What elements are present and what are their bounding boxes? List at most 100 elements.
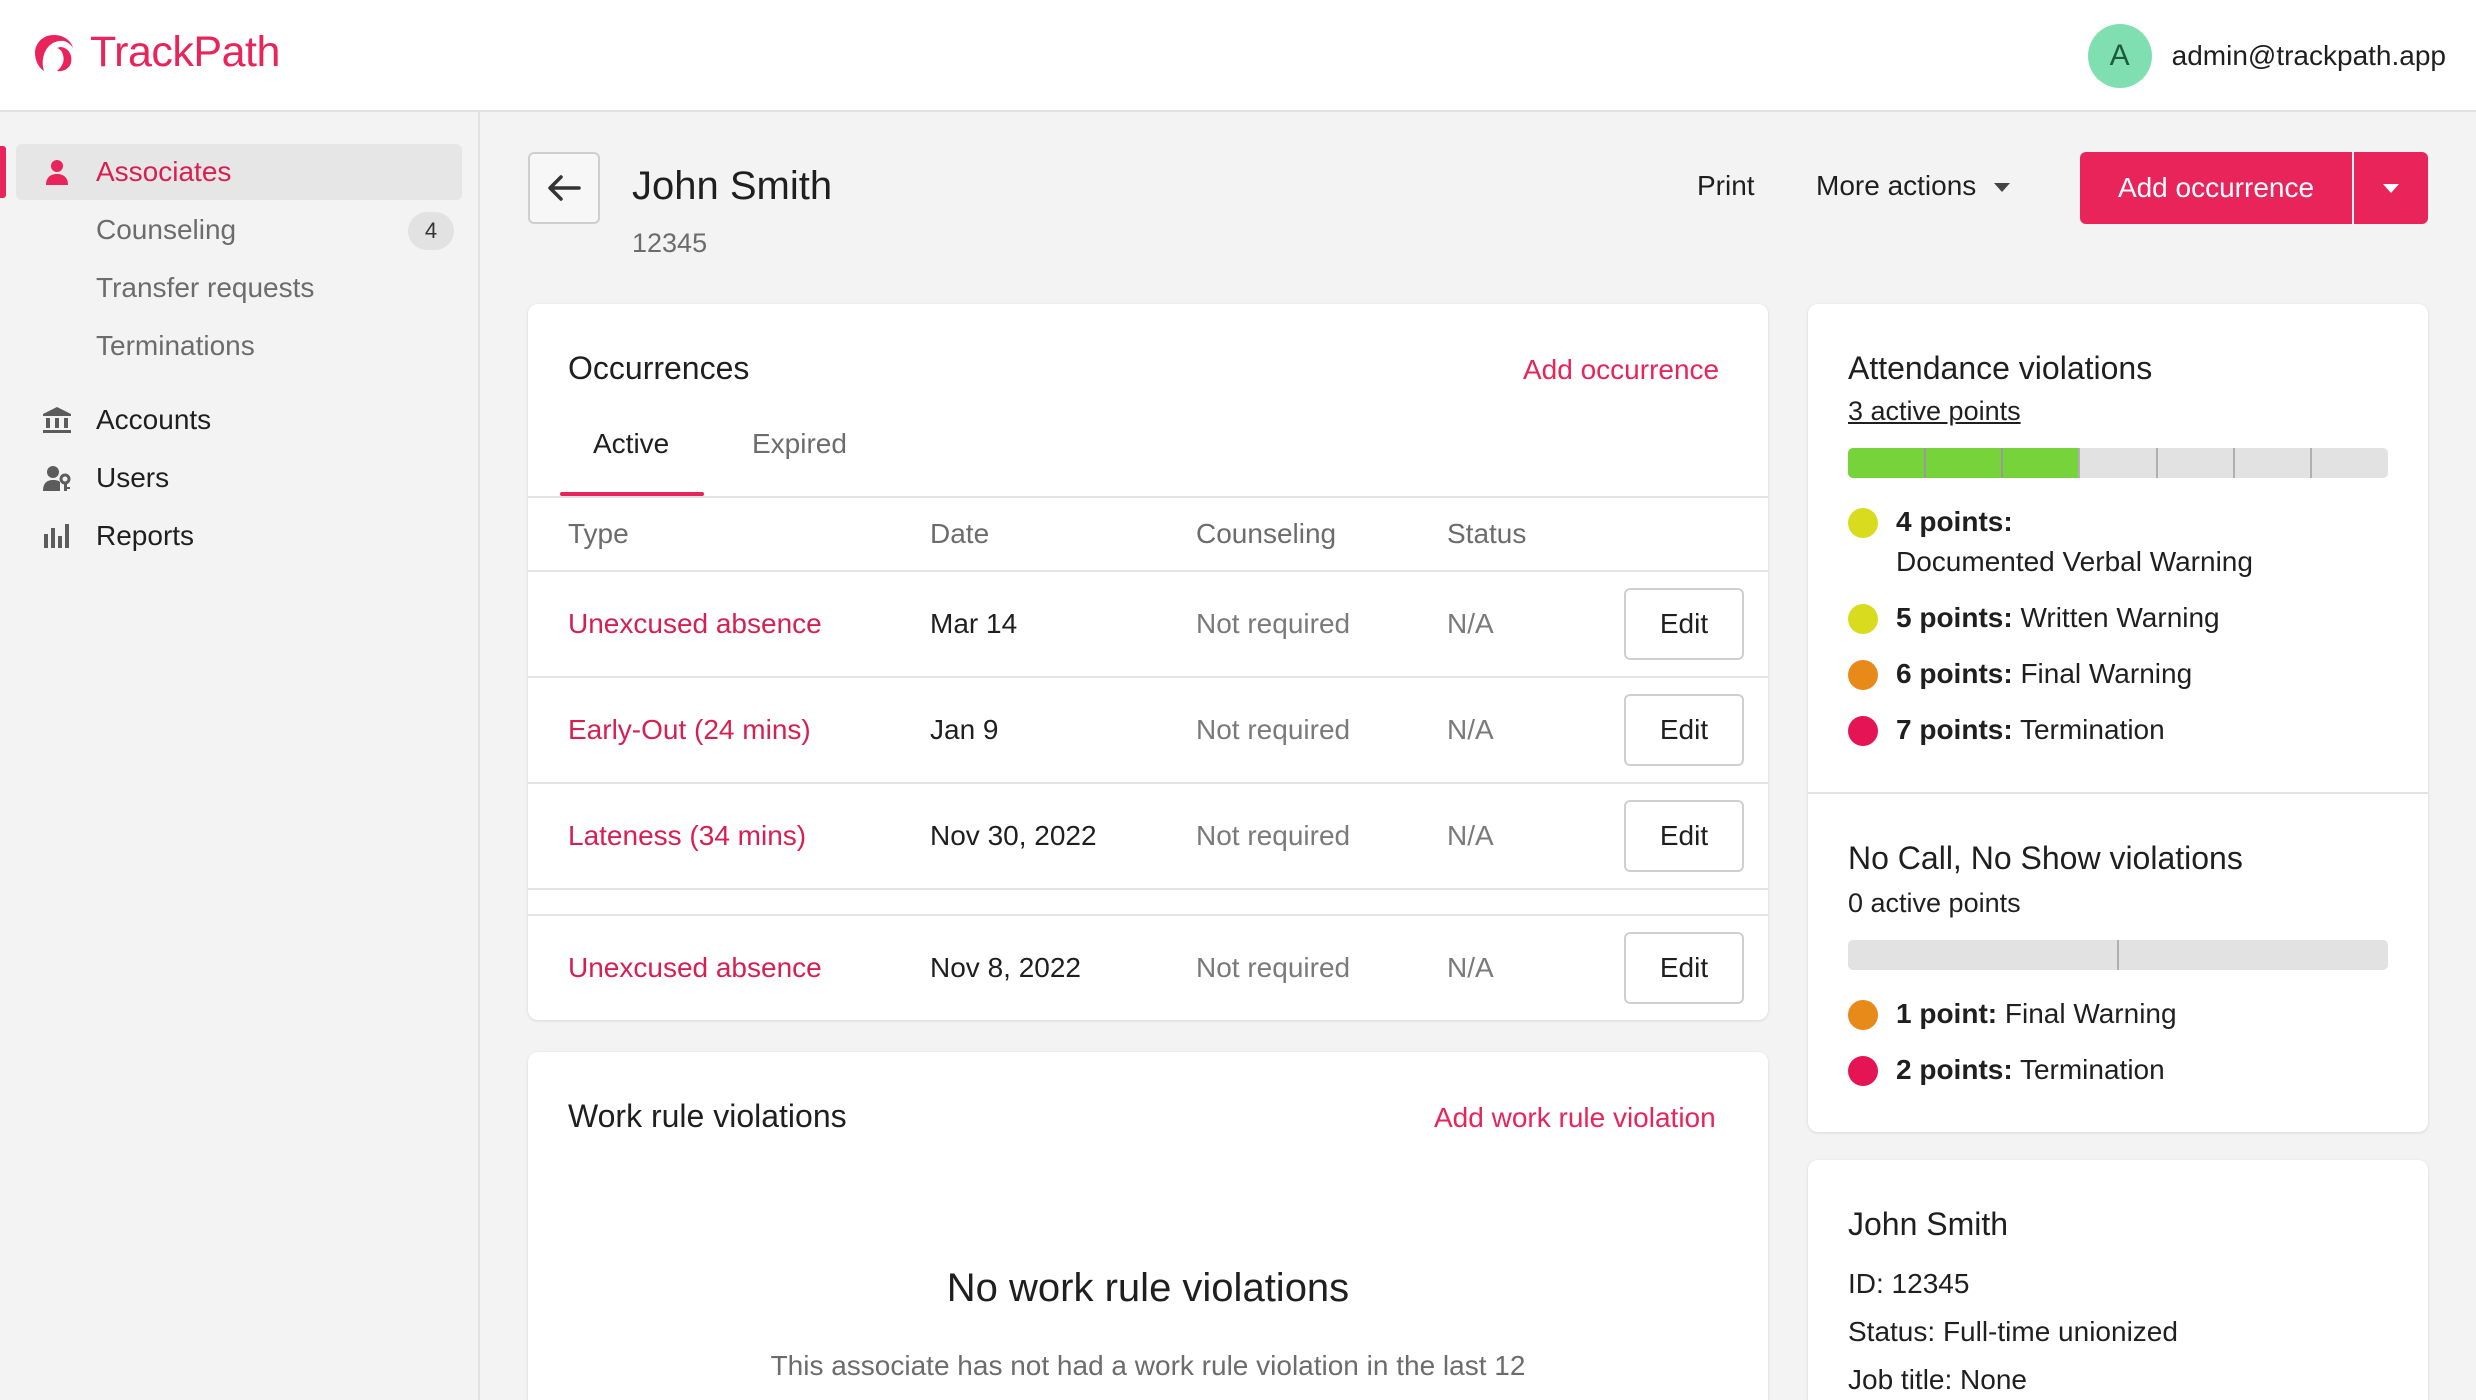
person-icon — [46, 160, 68, 185]
occurrence-counseling: Not required — [1196, 714, 1351, 745]
column-header-status: Status — [1447, 518, 1527, 549]
sidebar-item-label: Reports — [96, 520, 195, 551]
empty-state-title: No work rule violations — [946, 1266, 1350, 1310]
legend-dot — [1848, 716, 1878, 746]
app-name: TrackPath — [90, 28, 280, 76]
legend-label: Written Warning — [2020, 602, 2220, 633]
points-divider — [2078, 448, 2081, 478]
occurrence-status: N/A — [1447, 820, 1494, 851]
legend-item: 1 point: Final Warning — [1896, 998, 2177, 1030]
legend-points: 4 points: — [1896, 506, 2013, 537]
sidebar-item-associates[interactable]: Associates — [16, 144, 462, 200]
associate-id-info: ID: 12345 — [1848, 1268, 1970, 1299]
active-nav-indicator — [0, 146, 6, 198]
edit-button[interactable]: Edit — [1624, 588, 1744, 660]
occurrence-status: N/A — [1447, 952, 1494, 983]
add-occurrence-link[interactable]: Add occurrence — [1523, 354, 1719, 386]
divider — [528, 496, 1768, 498]
back-button[interactable] — [528, 152, 600, 224]
sidebar-item-label: Terminations — [96, 330, 255, 361]
divider — [528, 782, 1768, 784]
legend-dot — [1848, 1000, 1878, 1030]
legend-item: 2 points: Termination — [1896, 1054, 2165, 1086]
caret-down-icon — [1994, 183, 2011, 193]
occurrences-card — [528, 304, 1768, 1020]
avatar: A — [2087, 24, 2152, 88]
occurrence-date: Nov 30, 2022 — [930, 820, 1097, 851]
divider — [528, 676, 1768, 678]
points-divider — [2309, 448, 2312, 478]
top-header: TrackPath A admin@trackpath.app — [0, 0, 2476, 112]
no-call-no-show-title: No Call, No Show violations — [1848, 840, 2243, 876]
associate-status: Status: Full-time unionized — [1848, 1316, 2178, 1347]
legend-item: 4 points: — [1896, 506, 2013, 538]
edit-button[interactable]: Edit — [1624, 932, 1744, 1004]
sidebar-item-terminations[interactable]: Terminations — [16, 318, 462, 374]
legend-label: Documented Verbal Warning — [1896, 546, 2253, 577]
count-badge: 4 — [408, 212, 454, 250]
points-fill — [1848, 448, 2080, 478]
logo-icon — [35, 34, 73, 71]
sidebar-item-counseling[interactable]: Counseling 4 — [16, 202, 462, 258]
divider — [528, 914, 1768, 916]
tab-active[interactable]: Active — [593, 428, 669, 460]
bank-icon — [43, 407, 71, 433]
sidebar-item-reports[interactable]: Reports — [16, 508, 462, 564]
column-header-type: Type — [568, 518, 629, 549]
divider — [528, 570, 1768, 572]
no-call-points-label: 0 active points — [1848, 888, 2021, 918]
legend-dot — [1848, 1056, 1878, 1086]
column-header-date: Date — [930, 518, 990, 549]
legend-dot — [1848, 508, 1878, 538]
work-rule-violations-title: Work rule violations — [568, 1098, 847, 1134]
points-divider — [2117, 940, 2119, 970]
add-work-rule-violation-link[interactable]: Add work rule violation — [1434, 1102, 1716, 1134]
sidebar-item-label: Accounts — [96, 404, 212, 435]
occurrence-type-link[interactable]: Unexcused absence — [568, 952, 822, 984]
legend-item: 5 points: Written Warning — [1896, 602, 2220, 634]
edit-button[interactable]: Edit — [1624, 694, 1744, 766]
associate-id: 12345 — [632, 228, 708, 258]
more-actions-button[interactable]: More actions — [1816, 170, 2011, 202]
divider — [528, 888, 1768, 890]
legend-label: Final Warning — [2004, 998, 2177, 1029]
sidebar-item-users[interactable]: Users — [16, 450, 462, 506]
sidebar-item-label: Counseling — [96, 214, 237, 245]
occurrence-type-link[interactable]: Unexcused absence — [568, 608, 822, 640]
edit-button[interactable]: Edit — [1624, 800, 1744, 872]
points-divider — [2155, 448, 2158, 478]
occurrence-date: Jan 9 — [930, 714, 999, 745]
tab-expired[interactable]: Expired — [752, 428, 847, 460]
print-button[interactable]: Print — [1697, 170, 1755, 202]
legend-item: 7 points: Termination — [1896, 714, 2165, 746]
occurrences-title: Occurrences — [568, 350, 750, 386]
points-divider — [1924, 448, 1927, 478]
users-key-icon — [43, 466, 71, 491]
user-menu[interactable]: A admin@trackpath.app — [2087, 24, 2446, 88]
legend-label: Termination — [2019, 714, 2165, 745]
column-header-counseling: Counseling — [1196, 518, 1337, 549]
occurrence-type-link[interactable]: Lateness (34 mins) — [568, 820, 806, 852]
add-occurrence-dropdown-button[interactable] — [2354, 152, 2428, 224]
occurrence-counseling: Not required — [1196, 820, 1351, 851]
legend-dot — [1848, 660, 1878, 690]
points-divider — [2232, 448, 2235, 478]
attendance-points-link[interactable]: 3 active points — [1848, 396, 2021, 427]
empty-state-text: This associate has not had a work rule v… — [770, 1350, 1526, 1381]
associate-name: John Smith — [1848, 1206, 2009, 1242]
sidebar-item-transfer-requests[interactable]: Transfer requests — [16, 260, 462, 316]
occurrence-date: Mar 14 — [930, 608, 1018, 639]
user-email: admin@trackpath.app — [2171, 40, 2446, 71]
add-occurrence-button[interactable]: Add occurrence — [2080, 152, 2352, 224]
sidebar-item-accounts[interactable]: Accounts — [16, 392, 462, 448]
legend-label: Final Warning — [2020, 658, 2193, 689]
occurrence-counseling: Not required — [1196, 952, 1351, 983]
more-actions-label: More actions — [1816, 170, 1977, 201]
legend-label: Termination — [2019, 1054, 2165, 1085]
caret-down-icon — [2383, 183, 2399, 193]
legend-points: 1 point: — [1896, 998, 1998, 1029]
legend-points: 6 points: — [1896, 658, 2013, 689]
occurrence-type-link[interactable]: Early-Out (24 mins) — [568, 714, 811, 746]
app-logo[interactable]: TrackPath — [30, 28, 280, 77]
no-call-points-bar — [1848, 940, 2388, 970]
